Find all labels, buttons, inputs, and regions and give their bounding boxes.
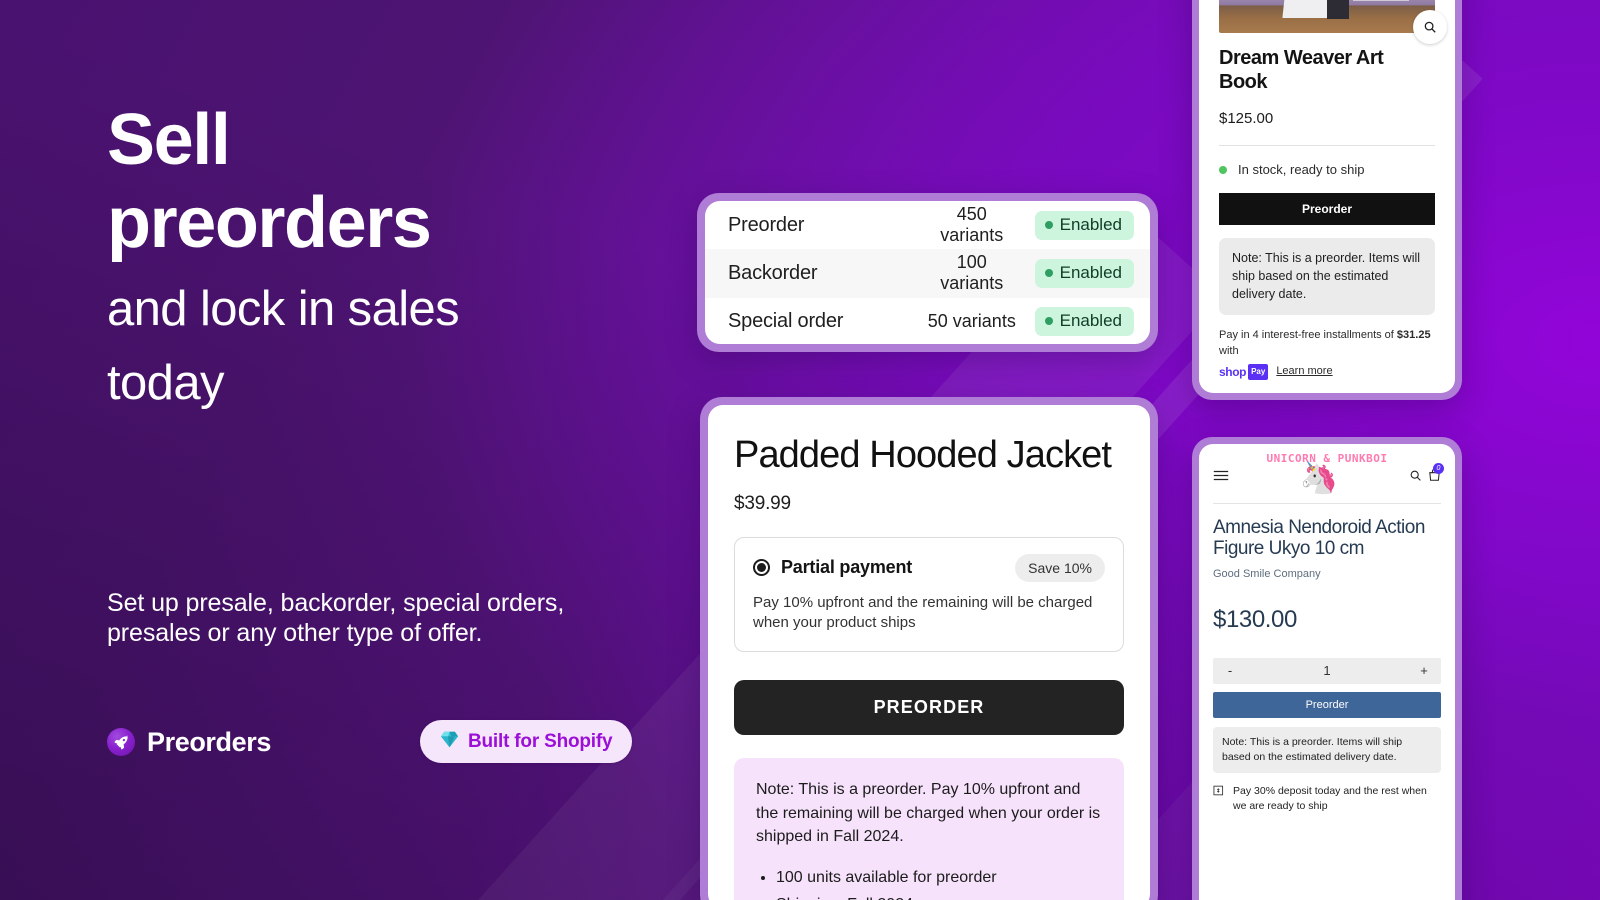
deposit-text: Pay 30% deposit today and the rest when … bbox=[1233, 785, 1427, 812]
row-name: Backorder bbox=[728, 261, 818, 284]
preorder-button[interactable]: PREORDER bbox=[734, 680, 1124, 736]
save-badge: Save 10% bbox=[1015, 553, 1105, 582]
status-label: Enabled bbox=[1059, 214, 1122, 234]
storefront-preview-top: Dream Weaver Art Book $125.00 In stock, … bbox=[1192, 0, 1462, 400]
search-icon[interactable] bbox=[1413, 10, 1447, 44]
product-price: $125.00 bbox=[1219, 110, 1274, 128]
cart-icon[interactable]: 0 bbox=[1428, 463, 1444, 487]
product-title: Amnesia Nendoroid Action Figure Ukyo 10 … bbox=[1213, 517, 1425, 559]
stock-status-label: In stock, ready to ship bbox=[1238, 162, 1365, 178]
money-icon bbox=[1213, 784, 1225, 813]
table-row[interactable]: Special order 50 variants Enabled bbox=[705, 298, 1150, 344]
unicorn-icon: 🦄 bbox=[1299, 460, 1339, 495]
status-label: Enabled bbox=[1059, 311, 1122, 331]
preorder-note: Note: This is a preorder. Pay 10% upfron… bbox=[734, 758, 1124, 900]
status-dot-icon bbox=[1044, 220, 1053, 229]
preorder-button[interactable]: Preorder bbox=[1213, 691, 1441, 718]
product-title: Padded Hooded Jacket bbox=[734, 434, 1112, 476]
stock-status: In stock, ready to ship bbox=[1219, 162, 1435, 177]
rocket-icon bbox=[107, 728, 135, 756]
status-dot-icon bbox=[1219, 165, 1227, 174]
installments-amount: $31.25 bbox=[1396, 328, 1431, 341]
hero-subtitle: Set up presale, backorder, special order… bbox=[107, 589, 565, 647]
quantity-stepper[interactable]: - 1 + bbox=[1213, 657, 1441, 684]
shop-pay-installments: Pay in 4 interest-free installments of $… bbox=[1219, 327, 1435, 381]
product-title: Dream Weaver Art Book bbox=[1219, 47, 1384, 93]
table-row[interactable]: Preorder 450 variants Enabled bbox=[705, 201, 1150, 249]
shop-pay-logo-icon: shop Pay bbox=[1219, 363, 1269, 381]
list-item: 100 units available for preorder bbox=[776, 866, 1102, 889]
payment-option-title: Partial payment bbox=[781, 557, 913, 578]
deposit-info: Pay 30% deposit today and the rest when … bbox=[1213, 784, 1441, 813]
status-label: Enabled bbox=[1059, 262, 1122, 282]
table-row[interactable]: Backorder 100 variants Enabled bbox=[705, 249, 1150, 298]
divider bbox=[1213, 503, 1441, 504]
shop-pay-word: shop bbox=[1219, 364, 1247, 379]
product-image bbox=[1219, 0, 1435, 33]
payment-option-description: Pay 10% upfront and the remaining will b… bbox=[753, 593, 1093, 632]
headline-line-3: and lock in sales bbox=[107, 282, 460, 337]
built-for-shopify-label: Built for Shopify bbox=[468, 730, 613, 752]
quantity-increase-button[interactable]: + bbox=[1407, 663, 1441, 678]
installments-prefix: Pay in 4 interest-free installments of bbox=[1219, 328, 1394, 341]
row-variant-count: 100 variants bbox=[940, 252, 1004, 294]
learn-more-link[interactable]: Learn more bbox=[1276, 363, 1332, 380]
headline-line-1: Sell bbox=[107, 100, 231, 180]
cart-count-badge: 0 bbox=[1432, 463, 1444, 474]
payment-option[interactable]: Partial payment Save 10% Pay 10% upfront… bbox=[734, 536, 1124, 653]
preorder-note: Note: This is a preorder. Items will shi… bbox=[1219, 238, 1435, 315]
product-detail-card: Padded Hooded Jacket $39.99 Partial paym… bbox=[700, 397, 1158, 900]
hero-headline: Sell preorders and lock in sales today bbox=[107, 104, 707, 418]
quantity-decrease-button[interactable]: - bbox=[1213, 663, 1247, 678]
shop-pay-tag: Pay bbox=[1248, 363, 1269, 380]
storefront-preview-bottom: UNICORN & PUNKBOI 🦄 0 Amnesia Nendoroid … bbox=[1192, 437, 1462, 900]
status-badge: Enabled bbox=[1034, 307, 1134, 337]
quantity-value[interactable]: 1 bbox=[1247, 663, 1407, 678]
built-for-shopify-badge[interactable]: Built for Shopify bbox=[420, 720, 633, 763]
preorder-button[interactable]: Preorder bbox=[1219, 193, 1435, 226]
row-variant-count: 450 variants bbox=[940, 204, 1004, 246]
product-price: $39.99 bbox=[734, 492, 791, 514]
gem-icon bbox=[440, 731, 459, 753]
variants-card: Preorder 450 variants Enabled Backorder … bbox=[697, 193, 1158, 352]
status-dot-icon bbox=[1044, 268, 1053, 277]
hamburger-icon[interactable] bbox=[1213, 469, 1229, 487]
preorder-note-text: Note: This is a preorder. Pay 10% upfron… bbox=[756, 781, 1101, 845]
brand-name: Preorders bbox=[147, 726, 271, 757]
headline-line-2: preorders bbox=[107, 183, 432, 263]
status-badge: Enabled bbox=[1034, 258, 1134, 288]
brand-row: Preorders bbox=[107, 722, 271, 762]
list-item: Shipping: Fall 2024 bbox=[776, 893, 1102, 900]
partial-payment-radio[interactable] bbox=[753, 559, 770, 577]
status-badge: Enabled bbox=[1034, 210, 1134, 240]
row-name: Special order bbox=[728, 310, 844, 333]
divider bbox=[1219, 145, 1435, 147]
row-variant-count: 50 variants bbox=[927, 311, 1016, 332]
row-name: Preorder bbox=[728, 213, 805, 236]
search-icon[interactable] bbox=[1409, 469, 1422, 487]
headline-line-4: today bbox=[107, 355, 224, 410]
installments-suffix: with bbox=[1219, 345, 1239, 358]
product-vendor: Good Smile Company bbox=[1213, 567, 1321, 580]
preorder-note: Note: This is a preorder. Items will shi… bbox=[1213, 726, 1441, 774]
status-dot-icon bbox=[1044, 317, 1053, 326]
product-price: $130.00 bbox=[1213, 605, 1297, 633]
product-description-truncated: This large format 12x12" hardcover art bbox=[1219, 391, 1435, 393]
